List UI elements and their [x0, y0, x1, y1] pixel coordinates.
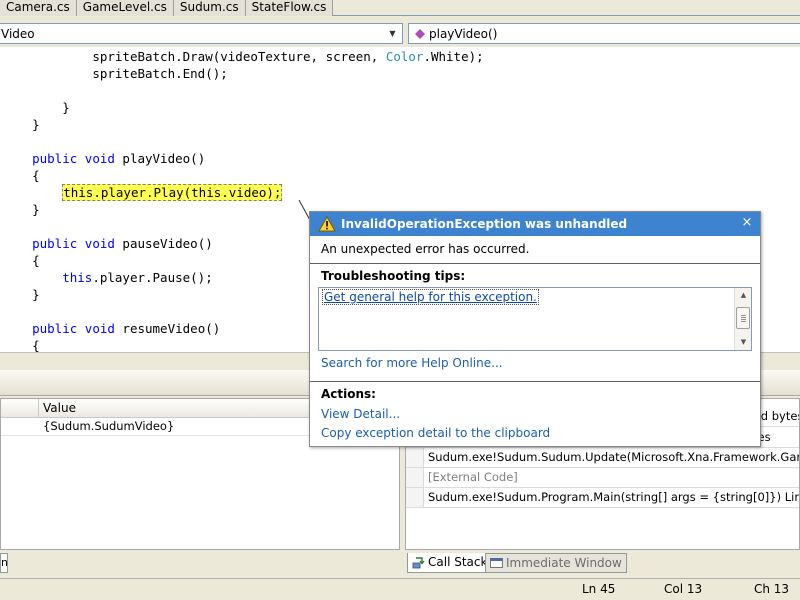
code-line: public void playVideo(): [2, 150, 205, 167]
locals-value-cell: {Sudum.SudumVideo}: [43, 419, 175, 433]
code-line: public void resumeVideo(): [2, 320, 220, 337]
call-stack-gutter: [406, 468, 424, 487]
code-line: }: [2, 116, 40, 133]
tab-immediate-window-label: Immediate Window: [506, 555, 622, 570]
tab-stateflow-cs[interactable]: StateFlow.cs: [245, 0, 334, 16]
code-token: spriteBatch.End();: [92, 66, 228, 81]
name-column-header[interactable]: [1, 399, 39, 418]
code-token: {: [32, 338, 40, 352]
general-help-link[interactable]: Get general help for this exception.: [322, 289, 539, 305]
status-char: Ch 13: [754, 582, 790, 596]
code-line: this.player.Pause();: [2, 269, 213, 286]
type-dropdown-value: Video: [1, 26, 35, 41]
code-line: spriteBatch.Draw(videoTexture, screen, C…: [2, 48, 484, 65]
status-column: Col 13: [664, 582, 703, 596]
member-dropdown-value: playVideo(): [429, 26, 498, 41]
bottom-tab-strip: Call Stack Immediate Window: [405, 550, 800, 574]
scrollbar-thumb[interactable]: [736, 307, 750, 329]
copy-exception-detail-link[interactable]: Copy exception detail to the clipboard: [321, 426, 550, 440]
tab-call-stack[interactable]: Call Stack: [407, 553, 493, 573]
member-dropdown[interactable]: playVideo(): [408, 23, 800, 44]
call-stack-frame-text: Sudum.exe!Sudum.Program.Main(string[] ar…: [428, 490, 799, 504]
call-stack-row[interactable]: [External Code]: [406, 468, 799, 488]
code-line: }: [2, 286, 40, 303]
exception-title: InvalidOperationException was unhandled: [341, 217, 628, 231]
call-stack-row[interactable]: Sudum.exe!Sudum.Program.Main(string[] ar…: [406, 488, 799, 508]
tab-sudum-cs[interactable]: Sudum.cs: [173, 0, 246, 16]
status-line: Ln 45: [582, 582, 616, 596]
scroll-up-icon[interactable]: ▲: [737, 289, 750, 301]
code-token: }: [62, 100, 70, 115]
code-line: public void pauseVideo(): [2, 235, 213, 252]
exception-title-bar: InvalidOperationException was unhandled …: [310, 212, 760, 236]
code-token: }: [32, 287, 40, 302]
immediate-window-icon: [490, 558, 503, 568]
code-token: void: [84, 151, 115, 166]
code-line: {: [2, 337, 40, 352]
chevron-down-icon[interactable]: ▼: [386, 27, 399, 40]
call-stack-gutter: [406, 488, 424, 507]
code-token: public: [32, 236, 78, 251]
code-token: void: [84, 321, 115, 336]
code-token: resumeVideo(): [114, 321, 221, 336]
exception-message: An unexpected error has occurred.: [321, 242, 530, 256]
tab-locals-partial[interactable]: n: [0, 553, 8, 573]
current-statement-highlight: this.player.Play(this.video);: [62, 184, 283, 201]
tab-immediate-window[interactable]: Immediate Window: [485, 553, 627, 573]
call-stack-frame-text: Sudum.exe!Sudum.Sudum.Update(Microsoft.X…: [428, 450, 799, 464]
code-token: }: [32, 202, 40, 217]
code-token: {: [32, 253, 40, 268]
code-token: .White);: [423, 49, 484, 64]
separator: [310, 263, 760, 264]
tips-scrollbar[interactable]: ▲ ▼: [734, 288, 751, 350]
view-detail-link[interactable]: View Detail...: [321, 407, 400, 421]
code-token: Color: [385, 49, 424, 64]
code-token: void: [84, 236, 115, 251]
tab-camera-cs[interactable]: Camera.cs: [0, 0, 77, 16]
code-token: }: [32, 117, 40, 132]
separator: [310, 381, 760, 382]
status-bar: Ln 45 Col 13 Ch 13: [0, 578, 800, 600]
method-icon: [415, 28, 425, 39]
code-line: }: [2, 99, 70, 116]
call-stack-frame-text: [External Code]: [428, 470, 518, 484]
document-tab-strip: Camera.cs GameLevel.cs Sudum.cs StateFlo…: [0, 0, 800, 16]
actions-heading: Actions:: [321, 387, 376, 401]
code-token: {: [32, 168, 40, 183]
code-line: {: [2, 252, 40, 269]
code-line: }: [2, 201, 40, 218]
navigation-bar: Video ▼ playVideo(): [0, 19, 800, 47]
call-stack-icon: [412, 556, 425, 568]
troubleshooting-tips-box: Get general help for this exception. ▲ ▼: [318, 287, 752, 351]
tab-call-stack-label: Call Stack: [428, 555, 488, 569]
tab-gamelevel-cs[interactable]: GameLevel.cs: [76, 0, 174, 16]
code-line: this.player.Play(this.video);: [2, 184, 283, 201]
code-token: .player.Pause();: [92, 270, 213, 285]
code-token: spriteBatch.Draw(videoTexture, screen,: [92, 49, 386, 64]
code-token: public: [32, 321, 78, 336]
visual-studio-window: Camera.cs GameLevel.cs Sudum.cs StateFlo…: [0, 0, 800, 600]
close-icon[interactable]: ×: [740, 215, 754, 231]
code-line: spriteBatch.End();: [2, 65, 228, 82]
warning-icon: [318, 216, 336, 232]
code-line: {: [2, 167, 40, 184]
code-token: pauseVideo(): [114, 236, 213, 251]
code-token: playVideo(): [114, 151, 206, 166]
type-dropdown[interactable]: Video ▼: [0, 23, 403, 44]
troubleshooting-heading: Troubleshooting tips:: [321, 269, 466, 283]
exception-assistant: InvalidOperationException was unhandled …: [309, 211, 761, 447]
call-stack-row[interactable]: Sudum.exe!Sudum.Sudum.Update(Microsoft.X…: [406, 448, 799, 468]
code-token: this: [62, 270, 93, 285]
code-token: public: [32, 151, 78, 166]
call-stack-gutter: [406, 448, 424, 467]
search-help-online-link[interactable]: Search for more Help Online...: [321, 356, 503, 370]
scroll-down-icon[interactable]: ▼: [737, 336, 750, 348]
